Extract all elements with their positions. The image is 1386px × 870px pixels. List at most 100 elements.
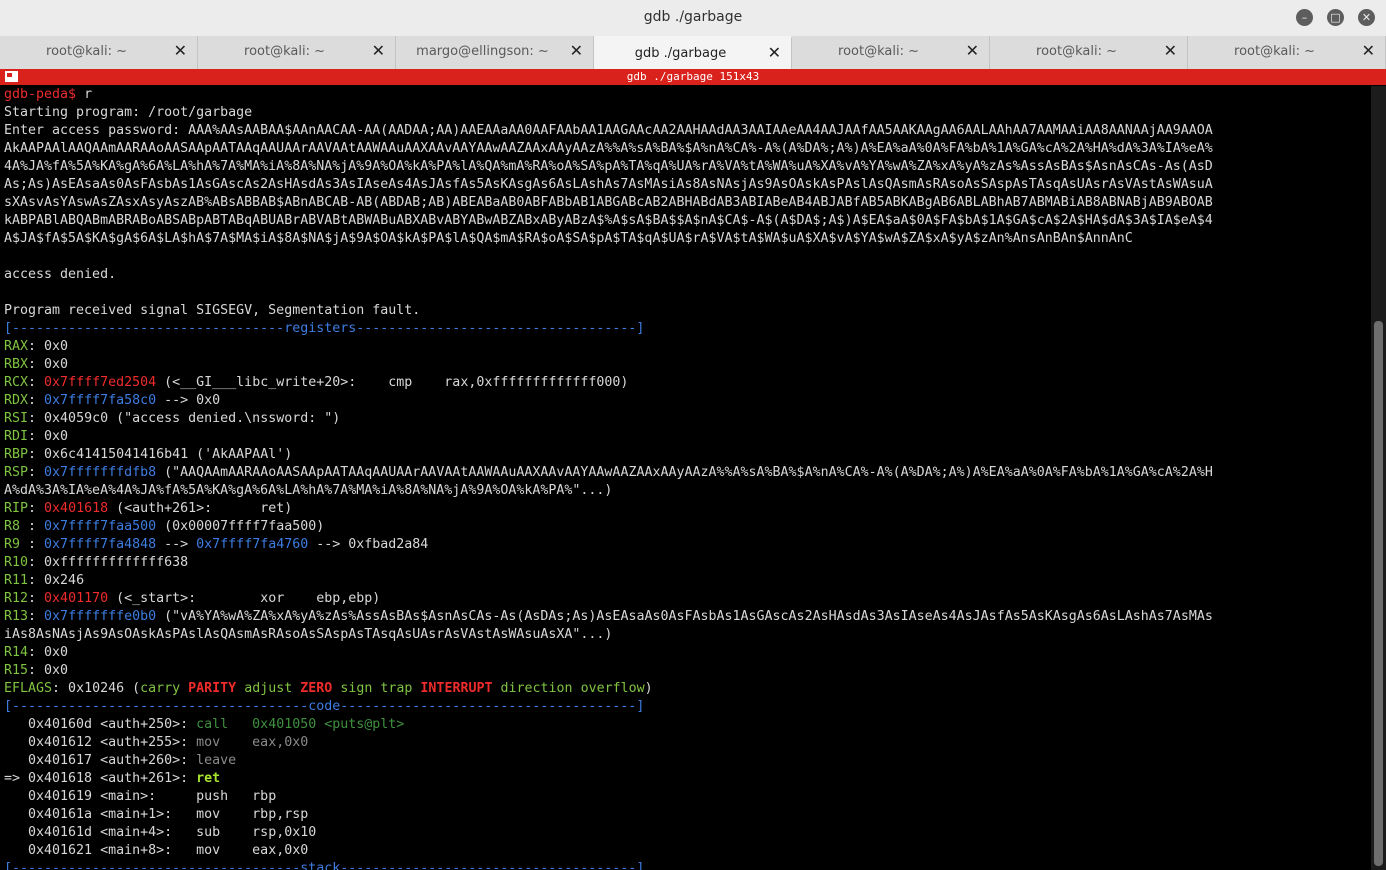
stack-separator: [------------------------------------sta… [4, 861, 645, 870]
output-line: Program received signal SIGSEGV, Segment… [4, 303, 421, 318]
flag-direction: direction [500, 681, 573, 696]
maximize-icon[interactable]: □ [1327, 9, 1344, 26]
register-r8: R8 : 0x7ffff7faa500 (0x00007ffff7faa500) [4, 518, 1366, 536]
flag-zero: ZERO [300, 681, 333, 696]
reg-sep: : [28, 393, 45, 408]
reg-value: ) [644, 681, 653, 696]
close-tab-icon[interactable]: ✕ [1164, 42, 1177, 60]
code-instr: call 0x401050 <puts@plt> [196, 717, 405, 732]
terminal-output[interactable]: gdb-peda$ r Starting program: /root/garba… [4, 86, 1366, 870]
reg-data-addr: 0x7ffff7fa4760 [196, 537, 309, 552]
code-instr: leave [196, 753, 237, 768]
register-rsi: RSI: 0x4059c0 ("access denied.\nssword: … [4, 410, 1366, 428]
reg-name: R14 [4, 645, 29, 660]
tab-label: root@kali: ~ [838, 44, 919, 59]
terminal-size-title: gdb ./garbage 151x43 [626, 70, 760, 83]
command: r [76, 87, 93, 102]
title-bar: gdb ./garbage – □ ✕ [0, 0, 1386, 37]
reg-data-addr: 0x7fffffffdfb8 [44, 465, 157, 480]
register-r11: R11: 0x246 [4, 572, 1366, 590]
reg-value: (<auth+261>: ret) [108, 501, 293, 516]
code-line: 0x40161a <main+1>: mov rbp,rsp [4, 807, 309, 822]
reg-data-addr: 0x7ffff7fa4848 [44, 537, 157, 552]
reg-value: : 0x0 [28, 663, 69, 678]
code-line: 0x401617 <auth+260>: leave [4, 752, 1366, 770]
tab-root-kali-1[interactable]: root@kali: ~ ✕ [0, 36, 198, 69]
reg-value: (0x00007ffff7faa500) [156, 519, 325, 534]
reg-name: RSI [4, 411, 29, 426]
close-tab-icon[interactable]: ✕ [1362, 42, 1375, 60]
reg-sep: : [28, 591, 45, 606]
reg-value: --> 0x0 [156, 393, 221, 408]
reg-value: : 0x0 [28, 429, 69, 444]
output-line: kABPABlABQABmABRABoABSABpABTABqABUABrABV… [4, 213, 1213, 228]
output-line: access denied. [4, 267, 117, 282]
reg-code-addr: 0x401170 [44, 591, 109, 606]
code-line: 0x40161d <main+4>: sub rsp,0x10 [4, 825, 317, 840]
register-rax: RAX: 0x0 [4, 338, 1366, 356]
register-rsp: RSP: 0x7fffffffdfb8 ("AAQAAmAARAAoAASAAp… [4, 464, 1366, 482]
reg-sep: : [28, 465, 45, 480]
close-window-icon[interactable]: ✕ [1358, 9, 1375, 26]
close-tab-icon[interactable]: ✕ [966, 42, 979, 60]
reg-name: RCX [4, 375, 29, 390]
reg-name: R10 [4, 555, 29, 570]
reg-name: R8 [4, 519, 29, 534]
tab-label: margo@ellingson: ~ [416, 44, 549, 59]
scrollbar[interactable] [1371, 86, 1386, 870]
flag-overflow: overflow [580, 681, 645, 696]
code-addr: 0x401612 <auth+255>: [4, 735, 197, 750]
output-line: 4A%JA%fA%5A%KA%gA%6A%LA%hA%7A%MA%iA%8A%N… [4, 159, 1213, 174]
reg-value: : 0xfffffffffffff638 [28, 555, 189, 570]
reg-value: --> 0xfbad2a84 [308, 537, 429, 552]
close-tab-icon[interactable]: ✕ [174, 42, 187, 60]
close-tab-icon[interactable]: ✕ [570, 42, 583, 60]
output-line: As;As)AsEAsaAs0AsFAsbAs1AsGAscAs2AsHAsdA… [4, 177, 1213, 192]
reg-name: RDX [4, 393, 29, 408]
code-line: 0x40160d <auth+250>: call 0x401050 <puts… [4, 716, 1366, 734]
reg-value: : 0x4059c0 ("access denied.\nssword: ") [28, 411, 341, 426]
reg-name: RIP [4, 501, 29, 516]
reg-name: RSP [4, 465, 29, 480]
reg-sep: : [28, 519, 45, 534]
reg-name: R11 [4, 573, 29, 588]
output-line: AkAAPAAlAAQAAmAARAAoAASAApAATAAqAAUAArAA… [4, 141, 1213, 156]
reg-name: RBX [4, 357, 29, 372]
flag-adjust: adjust [244, 681, 293, 696]
tab-label: root@kali: ~ [1234, 44, 1315, 59]
reg-arrow: --> [156, 537, 197, 552]
code-line-current: => 0x401618 <auth+261>: ret [4, 770, 1366, 788]
minimize-icon[interactable]: – [1296, 9, 1313, 26]
reg-sep: : [28, 501, 45, 516]
tab-root-kali-5[interactable]: root@kali: ~ ✕ [1188, 36, 1386, 69]
tab-root-kali-4[interactable]: root@kali: ~ ✕ [990, 36, 1188, 69]
output-line: Enter access password: AAA%AAsAABAA$AAnA… [4, 123, 1213, 138]
reg-name: R9 [4, 537, 29, 552]
reg-code-addr: 0x401618 [44, 501, 109, 516]
window-title: gdb ./garbage [643, 9, 743, 25]
code-line: 0x401621 <main+8>: mov eax,0x0 [4, 843, 309, 858]
output-line: sXAsvAsYAswAsZAsxAsyAszAB%ABsABBAB$ABnAB… [4, 195, 1213, 210]
register-r9: R9 : 0x7ffff7fa4848 --> 0x7ffff7fa4760 -… [4, 536, 1366, 554]
output-line: A$JA$fA$5A$KA$gA$6A$LA$hA$7A$MA$iA$8A$NA… [4, 231, 1133, 246]
flag-interrupt: INTERRUPT [420, 681, 493, 696]
tab-gdb-garbage[interactable]: gdb ./garbage ✕ [594, 36, 792, 69]
close-tab-icon[interactable]: ✕ [372, 42, 385, 60]
reg-sep: : [28, 375, 45, 390]
reg-sep: : [28, 609, 45, 624]
reg-data-addr: 0x7ffff7fa58c0 [44, 393, 157, 408]
reg-value: : 0x0 [28, 357, 69, 372]
flag-carry: carry [140, 681, 181, 696]
tab-margo-ellingson[interactable]: margo@ellingson: ~ ✕ [396, 36, 594, 69]
reg-name: EFLAGS [4, 681, 53, 696]
scrollbar-thumb[interactable] [1374, 321, 1383, 866]
prompt-line: gdb-peda$ r [4, 86, 1366, 104]
register-r14: R14: 0x0 [4, 644, 1366, 662]
tab-root-kali-3[interactable]: root@kali: ~ ✕ [792, 36, 990, 69]
tab-root-kali-2[interactable]: root@kali: ~ ✕ [198, 36, 396, 69]
code-addr: 0x401617 <auth+260>: [4, 753, 197, 768]
tab-label: root@kali: ~ [1036, 44, 1117, 59]
close-tab-icon[interactable]: ✕ [768, 44, 781, 62]
